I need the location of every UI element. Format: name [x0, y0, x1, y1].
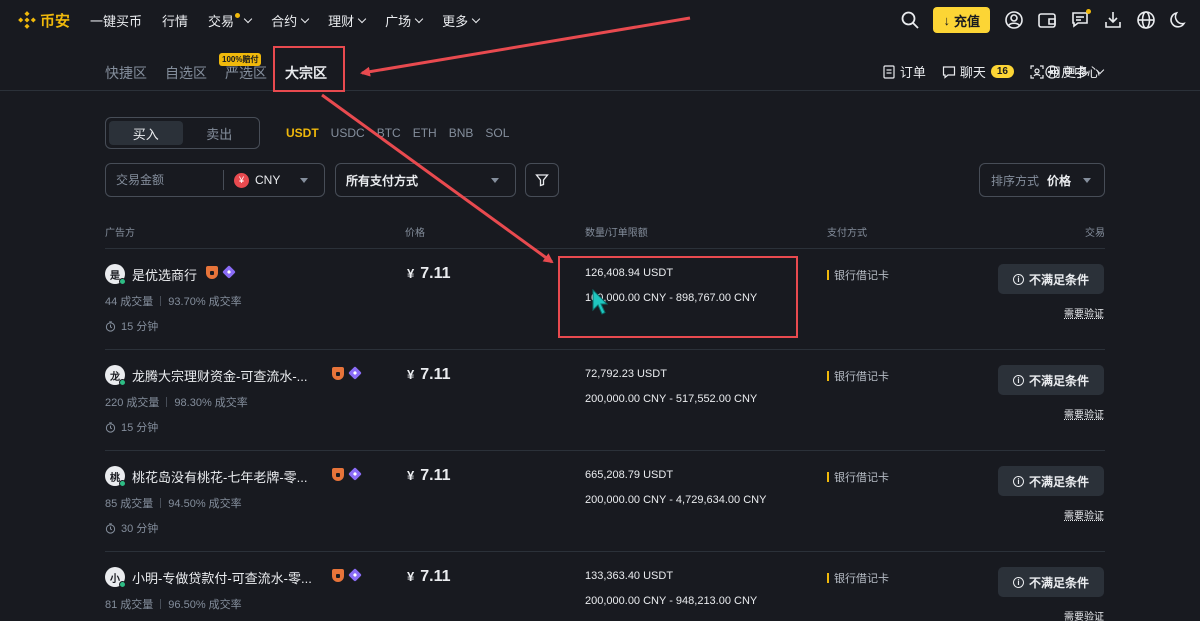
mouse-cursor-icon: [592, 289, 608, 315]
annotation-arrow: [321, 93, 554, 264]
annotation-arrow: [360, 16, 691, 77]
